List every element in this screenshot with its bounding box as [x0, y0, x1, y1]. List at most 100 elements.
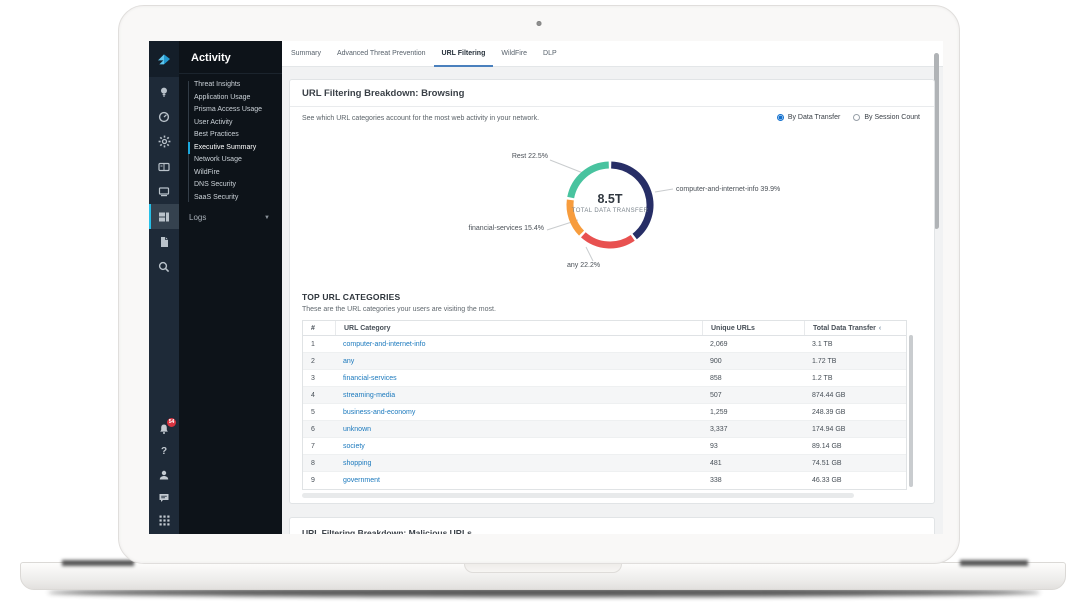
sidebar-item-user-activity[interactable]: User Activity: [179, 117, 282, 130]
total-data-transfer-value: 46.33 GB: [804, 472, 906, 489]
url-category-link[interactable]: society: [335, 438, 702, 454]
dashboard-gauge-icon[interactable]: [149, 104, 179, 129]
row-number: 6: [303, 421, 335, 437]
total-data-transfer-value: 1.2 TB: [804, 370, 906, 386]
donut-slice-any[interactable]: [583, 235, 632, 245]
table-row: 3financial-services8581.2 TB: [303, 370, 906, 387]
table-row: 9government33846.33 GB: [303, 472, 906, 489]
logs-label: Logs: [189, 213, 206, 222]
table-row: 8shopping48174.51 GB: [303, 455, 906, 472]
search-icon[interactable]: [149, 254, 179, 279]
dashboards-grid-icon[interactable]: [149, 204, 179, 229]
tab-bar: SummaryAdvanced Threat PreventionURL Fil…: [282, 41, 943, 67]
sidebar-menu: Threat InsightsApplication UsagePrisma A…: [179, 79, 282, 204]
top-url-categories-subheading: These are the URL categories your users …: [302, 306, 496, 313]
unique-urls-value: 858: [702, 370, 804, 386]
total-data-transfer-value: 74.51 GB: [804, 455, 906, 471]
row-number: 1: [303, 336, 335, 352]
sidebar-item-network-usage[interactable]: Network Usage: [179, 154, 282, 167]
donut-label-computer-and-internet-info: computer-and-internet-info 39.9%: [676, 186, 780, 193]
sidebar-item-prisma-access-usage[interactable]: Prisma Access Usage: [179, 104, 282, 117]
table-row: 2any9001.72 TB: [303, 353, 906, 370]
total-data-transfer-value: 248.39 GB: [804, 404, 906, 420]
url-category-link[interactable]: streaming-media: [335, 387, 702, 403]
sidebar-item-application-usage[interactable]: Application Usage: [179, 92, 282, 105]
donut-label-rest: Rest 22.5%: [428, 153, 548, 160]
sidebar: Activity Threat InsightsApplication Usag…: [179, 41, 282, 534]
chevron-down-icon: ▼: [264, 215, 270, 221]
row-number: 3: [303, 370, 335, 386]
row-number: 9: [303, 472, 335, 489]
panels-card-icon[interactable]: [149, 154, 179, 179]
tab-summary[interactable]: Summary: [283, 41, 329, 67]
url-category-link[interactable]: shopping: [335, 455, 702, 471]
total-data-transfer-value: 3.1 TB: [804, 336, 906, 352]
tab-url-filtering[interactable]: URL Filtering: [434, 41, 494, 67]
url-category-link[interactable]: government: [335, 472, 702, 489]
column-header-total-data-transfer[interactable]: Total Data Transfer‹: [804, 321, 906, 335]
row-number: 2: [303, 353, 335, 369]
url-category-link[interactable]: any: [335, 353, 702, 369]
total-data-transfer-value: 874.44 GB: [804, 387, 906, 403]
sidebar-title: Activity: [179, 41, 282, 74]
row-number: 4: [303, 387, 335, 403]
donut-slice-computer-and-internet-info[interactable]: [611, 165, 650, 236]
feedback-chat-icon[interactable]: [149, 486, 179, 509]
table-row: 1computer-and-internet-info2,0693.1 TB: [303, 336, 906, 353]
table-row: 5business-and-economy1,259248.39 GB: [303, 404, 906, 421]
user-profile-icon[interactable]: [149, 463, 179, 486]
browsing-card-controls: See which URL categories account for the…: [290, 107, 934, 131]
settings-gear-icon[interactable]: [149, 129, 179, 154]
column-header-url-category[interactable]: URL Category: [335, 321, 702, 335]
notifications-bell-icon[interactable]: 54: [149, 417, 179, 440]
sidebar-item-executive-summary[interactable]: Executive Summary: [179, 142, 282, 155]
url-categories-table: #URL CategoryUnique URLsTotal Data Trans…: [302, 320, 907, 490]
url-category-link[interactable]: financial-services: [335, 370, 702, 386]
app-launcher-grid-icon[interactable]: [149, 509, 179, 532]
column-header--[interactable]: #: [303, 321, 335, 335]
donut-slice-financial-services[interactable]: [570, 200, 582, 233]
table-horizontal-scrollbar[interactable]: [302, 493, 854, 498]
unique-urls-value: 338: [702, 472, 804, 489]
radio-by-data-transfer[interactable]: By Data Transfer: [777, 114, 841, 121]
total-data-transfer-value: 89.14 GB: [804, 438, 906, 454]
url-category-link[interactable]: business-and-economy: [335, 404, 702, 420]
tab-dlp[interactable]: DLP: [535, 41, 565, 67]
browsing-card-title: URL Filtering Breakdown: Browsing: [290, 80, 934, 107]
radio-by-session-count[interactable]: By Session Count: [853, 114, 920, 121]
sidebar-item-threat-insights[interactable]: Threat Insights: [179, 79, 282, 92]
unique-urls-value: 2,069: [702, 336, 804, 352]
sidebar-item-dns-security[interactable]: DNS Security: [179, 179, 282, 192]
top-url-categories-heading: TOP URL CATEGORIES: [302, 292, 400, 302]
table-vertical-scrollbar[interactable]: [909, 335, 913, 487]
url-category-link[interactable]: unknown: [335, 421, 702, 437]
app-logo[interactable]: [149, 41, 179, 77]
total-data-transfer-value: 1.72 TB: [804, 353, 906, 369]
help-question-icon[interactable]: ?: [149, 440, 179, 463]
sidebar-item-best-practices[interactable]: Best Practices: [179, 129, 282, 142]
unique-urls-value: 93: [702, 438, 804, 454]
malicious-card: URL Filtering Breakdown: Malicious URLs: [289, 517, 935, 534]
tab-advanced-threat-prevention[interactable]: Advanced Threat Prevention: [329, 41, 434, 67]
radio-circle-icon: [777, 114, 784, 121]
table-header-row: #URL CategoryUnique URLsTotal Data Trans…: [303, 321, 906, 336]
sidebar-item-wildfire[interactable]: WildFire: [179, 167, 282, 180]
sidebar-item-saas-security[interactable]: SaaS Security: [179, 192, 282, 205]
radio-label: By Session Count: [864, 114, 920, 121]
donut-label-financial-services: financial-services 15.4%: [424, 225, 544, 232]
radio-label: By Data Transfer: [788, 114, 841, 121]
hinge-shadow-right: [960, 560, 1028, 566]
url-category-link[interactable]: computer-and-internet-info: [335, 336, 702, 352]
workstation-icon[interactable]: [149, 179, 179, 204]
sidebar-item-logs[interactable]: Logs ▼: [179, 213, 282, 222]
main-content: SummaryAdvanced Threat PreventionURL Fil…: [282, 41, 943, 534]
radio-circle-icon: [853, 114, 860, 121]
insights-lightbulb-icon[interactable]: [149, 79, 179, 104]
reports-document-icon[interactable]: [149, 229, 179, 254]
app-window: 54 ? Activity Threat Insigh: [149, 41, 943, 534]
tab-wildfire[interactable]: WildFire: [493, 41, 535, 67]
sort-caret-icon: ‹: [879, 325, 881, 332]
donut-chart: 8.5T TOTAL DATA TRANSFER computer-and-in…: [290, 140, 936, 290]
column-header-unique-urls[interactable]: Unique URLs: [702, 321, 804, 335]
row-number: 7: [303, 438, 335, 454]
